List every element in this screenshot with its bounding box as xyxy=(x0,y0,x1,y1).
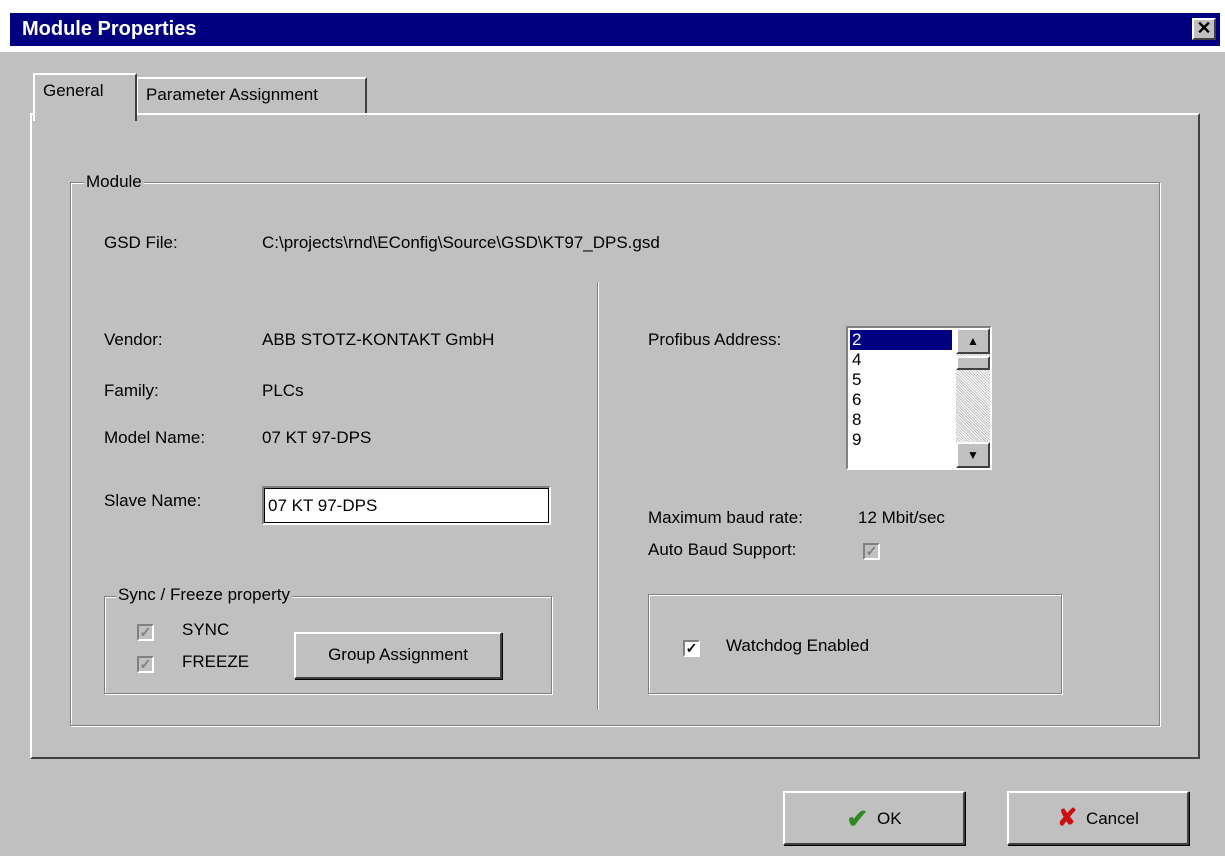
auto-baud-checkbox[interactable]: ✓ xyxy=(863,543,880,560)
check-icon: ✓ xyxy=(685,640,698,656)
group-assignment-button[interactable]: Group Assignment xyxy=(294,632,502,679)
max-baud-value: 12 Mbit/sec xyxy=(858,508,945,527)
address-option[interactable]: 5 xyxy=(850,370,952,390)
scroll-thumb[interactable] xyxy=(956,356,990,370)
vertical-separator xyxy=(597,282,599,710)
window-title: Module Properties xyxy=(22,18,197,40)
freeze-checkbox[interactable]: ✓ xyxy=(137,656,154,673)
model-name-label: Model Name: xyxy=(104,428,206,447)
scroll-up-button[interactable]: ▲ xyxy=(956,328,990,354)
profibus-address-listbox[interactable]: 245689 ▲ ▼ xyxy=(846,326,992,470)
check-icon: ✓ xyxy=(139,624,152,640)
gsd-file-value: C:\projects\rnd\EConfig\Source\GSD\KT97_… xyxy=(262,233,660,252)
close-button[interactable]: ✕ xyxy=(1192,18,1216,40)
gsd-file-label: GSD File: xyxy=(104,233,178,252)
family-label: Family: xyxy=(104,381,159,400)
freeze-label: FREEZE xyxy=(182,652,250,671)
title-bar[interactable]: Module Properties ✕ xyxy=(10,13,1220,46)
cancel-label: Cancel xyxy=(1085,808,1139,828)
arrow-up-icon: ▲ xyxy=(967,334,979,348)
cancel-button[interactable]: ✘ Cancel xyxy=(1007,791,1189,845)
module-group-legend: Module xyxy=(84,172,144,192)
scroll-down-button[interactable]: ▼ xyxy=(956,442,990,468)
ok-button[interactable]: ✔ OK xyxy=(783,791,965,845)
check-icon: ✓ xyxy=(139,656,152,672)
tab-parameter-assignment-label: Parameter Assignment xyxy=(146,85,318,104)
address-option[interactable]: 9 xyxy=(850,430,952,450)
tab-parameter-assignment[interactable]: Parameter Assignment xyxy=(137,77,367,113)
title-bar-frame: Module Properties ✕ xyxy=(0,0,1225,52)
sync-freeze-legend: Sync / Freeze property xyxy=(116,585,292,605)
watchdog-label: Watchdog Enabled xyxy=(726,636,870,655)
address-option[interactable]: 4 xyxy=(850,350,952,370)
arrow-down-icon: ▼ xyxy=(967,448,979,462)
close-icon: ✕ xyxy=(1196,18,1212,38)
cross-icon: ✘ xyxy=(1057,804,1078,832)
model-name-value: 07 KT 97-DPS xyxy=(262,428,372,447)
address-option[interactable]: 2 xyxy=(850,330,952,350)
check-icon: ✓ xyxy=(865,543,878,559)
auto-baud-label: Auto Baud Support: xyxy=(648,540,797,559)
listbox-scrollbar[interactable]: ▲ ▼ xyxy=(956,328,990,468)
sync-checkbox[interactable]: ✓ xyxy=(137,624,154,641)
profibus-address-label: Profibus Address: xyxy=(648,330,782,349)
address-list: 245689 xyxy=(850,330,952,450)
group-assignment-label: Group Assignment xyxy=(328,645,468,664)
tab-general[interactable]: General xyxy=(33,73,137,121)
address-option[interactable]: 6 xyxy=(850,390,952,410)
slave-name-label: Slave Name: xyxy=(104,491,202,510)
watchdog-checkbox[interactable]: ✓ xyxy=(683,640,700,657)
vendor-value: ABB STOTZ-KONTAKT GmbH xyxy=(262,330,495,349)
sync-label: SYNC xyxy=(182,620,230,639)
max-baud-label: Maximum baud rate: xyxy=(648,508,803,527)
address-option[interactable]: 8 xyxy=(850,410,952,430)
vendor-label: Vendor: xyxy=(104,330,163,349)
slave-name-input[interactable] xyxy=(262,486,551,525)
family-value: PLCs xyxy=(262,381,304,400)
tab-general-label: General xyxy=(43,81,104,100)
ok-label: OK xyxy=(876,808,902,828)
checkmark-icon: ✔ xyxy=(846,803,869,834)
